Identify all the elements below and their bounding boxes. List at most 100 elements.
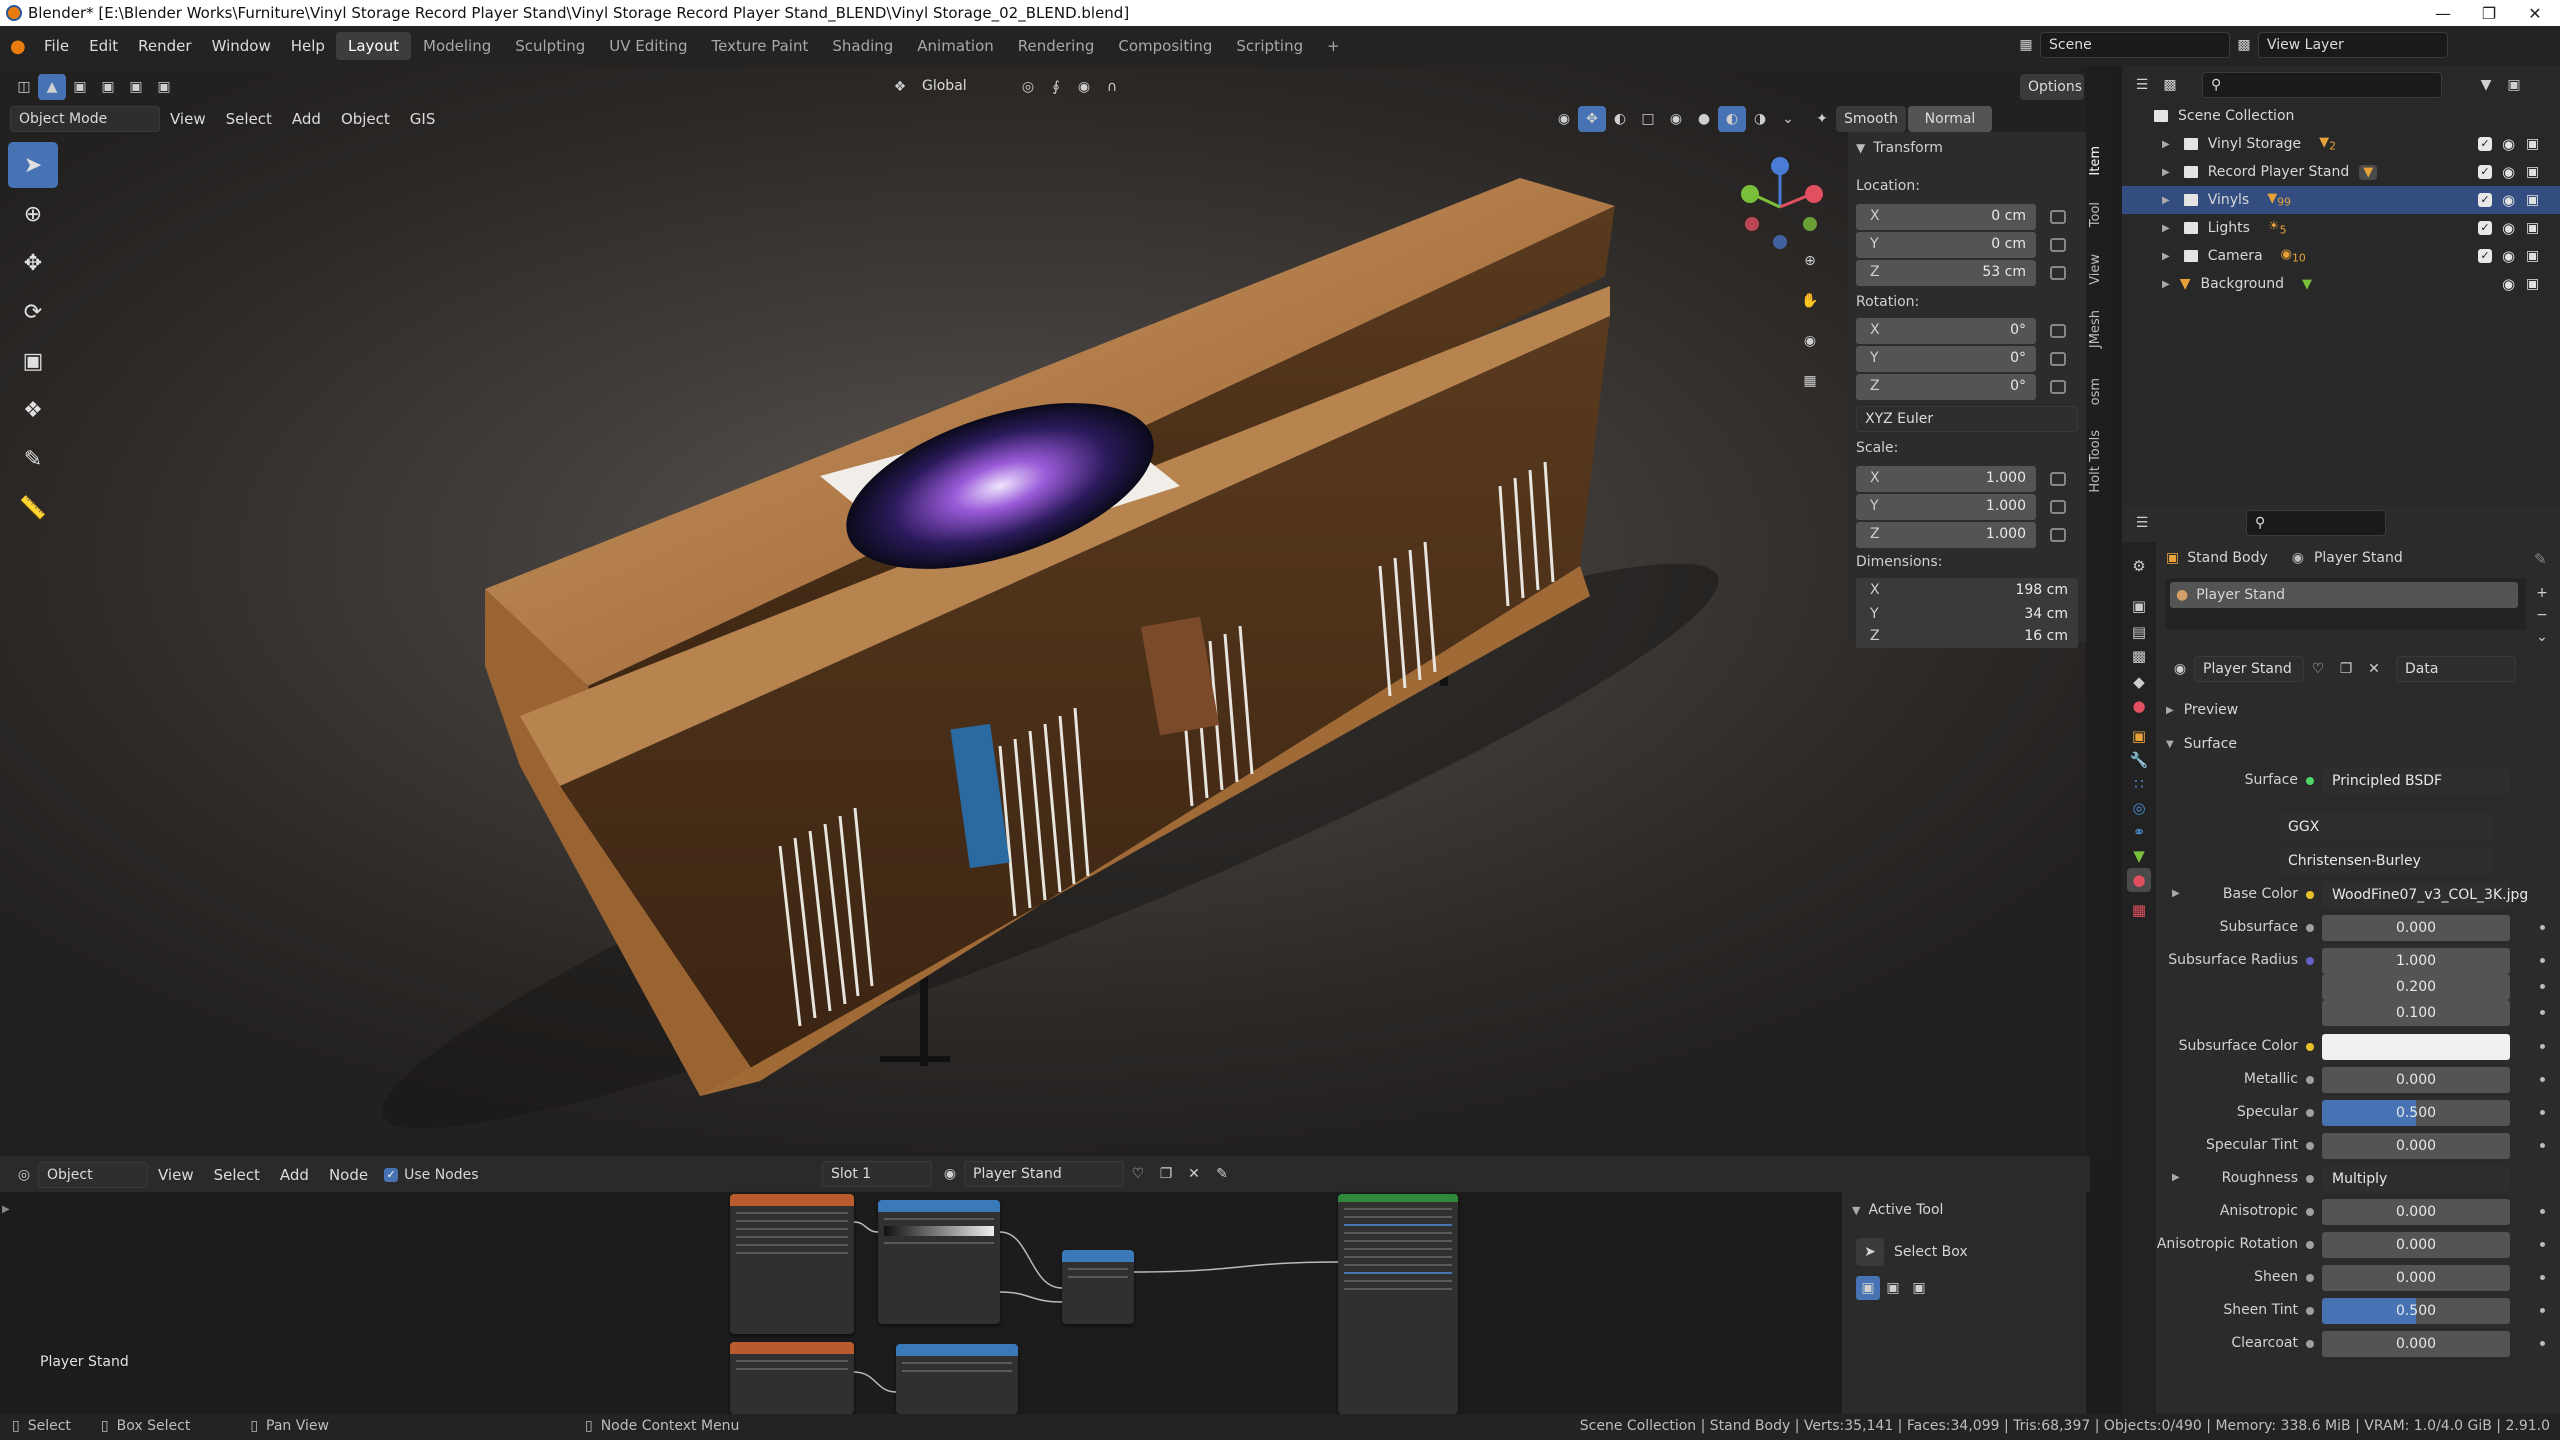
slot-dropdown[interactable]: Slot 1 bbox=[822, 1161, 932, 1187]
location-z-field[interactable]: Z 53 cm bbox=[1856, 260, 2036, 286]
visibility-eye-icon[interactable]: ◉ bbox=[2502, 191, 2515, 209]
subsurface-radius-y-field[interactable]: 0.200 bbox=[2322, 974, 2510, 1000]
exclude-checkbox[interactable]: ✓ bbox=[2478, 249, 2492, 263]
rotation-z-field[interactable]: Z 0° bbox=[1856, 374, 2036, 400]
rotation-mode-dropdown[interactable]: XYZ Euler bbox=[1856, 406, 2078, 432]
subsurface-radius-z-field[interactable]: 0.100 bbox=[2322, 1000, 2510, 1026]
subsurface-field[interactable]: 0.000 bbox=[2322, 915, 2510, 941]
close-icon[interactable]: ✕ bbox=[2512, 0, 2558, 26]
physics-icon[interactable]: ◎ bbox=[2127, 796, 2151, 820]
expand-arrow-icon[interactable]: ▶ bbox=[2162, 223, 2170, 234]
duplicate-material-icon[interactable]: ❐ bbox=[2332, 656, 2360, 682]
tab-shading[interactable]: Shading bbox=[820, 32, 905, 60]
lock-icon[interactable] bbox=[2050, 472, 2066, 486]
lock-icon[interactable] bbox=[2050, 380, 2066, 394]
exclude-checkbox[interactable]: ✓ bbox=[2478, 137, 2492, 151]
lock-icon[interactable] bbox=[2050, 352, 2066, 366]
lock-icon[interactable] bbox=[2050, 210, 2066, 224]
rotation-y-field[interactable]: Y 0° bbox=[1856, 346, 2036, 372]
node-menu-view[interactable]: View bbox=[148, 1161, 204, 1189]
outliner-item-vinyl-storage[interactable]: ▶ Vinyl Storage ▼2 ✓ ◉ ▣ bbox=[2122, 130, 2560, 158]
tab-sculpting[interactable]: Sculpting bbox=[503, 32, 597, 60]
distribution-dropdown[interactable]: GGX bbox=[2280, 814, 2492, 840]
tab-layout[interactable]: Layout bbox=[336, 32, 411, 60]
dimension-x-field[interactable]: X 198 cm bbox=[1856, 578, 2078, 604]
outliner-editor-type-icon[interactable]: ☰ bbox=[2128, 72, 2156, 98]
view-layer-icon[interactable]: ▩ bbox=[2230, 32, 2258, 58]
modifier-settings-icon[interactable]: 🔧 bbox=[2127, 748, 2151, 772]
tab-osm[interactable]: osm bbox=[2088, 378, 2110, 405]
zoom-icon[interactable]: ⊕ bbox=[1796, 248, 1824, 274]
tab-jmesh[interactable]: JMesh bbox=[2088, 310, 2110, 348]
scale-x-field[interactable]: X 1.000 bbox=[1856, 466, 2036, 492]
perspective-grid-icon[interactable]: ▦ bbox=[1796, 368, 1824, 394]
lock-icon[interactable] bbox=[2050, 500, 2066, 514]
roughness-field[interactable]: Multiply bbox=[2322, 1166, 2510, 1192]
pin-icon[interactable]: ✎ bbox=[1208, 1161, 1236, 1187]
toolbar-expand-icon[interactable]: ▶ bbox=[2, 1204, 10, 1215]
specular-slider[interactable]: 0.500 bbox=[2322, 1100, 2510, 1126]
menu-file[interactable]: File bbox=[34, 32, 79, 60]
navigation-gizmo[interactable] bbox=[1730, 152, 1830, 252]
tab-item[interactable]: Item bbox=[2088, 146, 2110, 176]
clearcoat-field[interactable]: 0.000 bbox=[2322, 1331, 2510, 1357]
expand-arrow-icon[interactable]: ▶ bbox=[2162, 139, 2170, 150]
outliner-item-record-player-stand[interactable]: ▶ Record Player Stand ▼ ✓ ◉ ▣ bbox=[2122, 158, 2560, 186]
subsurface-radius-x-field[interactable]: 1.000 bbox=[2322, 948, 2510, 974]
add-slot-icon[interactable]: + bbox=[2532, 582, 2552, 604]
material-browse-icon[interactable]: ◉ bbox=[2166, 656, 2194, 682]
mode-subtract-icon[interactable]: ▣ bbox=[1906, 1276, 1932, 1300]
render-settings-icon[interactable]: ▣ bbox=[2127, 594, 2151, 618]
subsurface-color-swatch[interactable] bbox=[2322, 1034, 2510, 1060]
select-box-tool-icon[interactable]: ➤ bbox=[1856, 1238, 1884, 1266]
visibility-eye-icon[interactable]: ◉ bbox=[2502, 135, 2515, 153]
tab-view[interactable]: View bbox=[2088, 254, 2110, 285]
anisotropic-field[interactable]: 0.000 bbox=[2322, 1199, 2510, 1225]
tool-settings-icon[interactable]: ⚙ bbox=[2127, 554, 2151, 578]
outliner-item-camera[interactable]: ▶ Camera ◉10 ✓ ◉ ▣ bbox=[2122, 242, 2560, 270]
outliner-search-input[interactable]: ⚲ bbox=[2202, 72, 2442, 98]
scene-icon[interactable]: ▦ bbox=[2012, 32, 2040, 58]
fake-user-icon[interactable]: ♡ bbox=[2304, 656, 2332, 682]
tab-tool[interactable]: Tool bbox=[2088, 202, 2110, 227]
material-slot-item[interactable]: ● Player Stand bbox=[2170, 582, 2518, 608]
menu-render[interactable]: Render bbox=[128, 32, 201, 60]
link-dropdown[interactable]: Data bbox=[2396, 656, 2516, 682]
unlink-material-icon[interactable]: ✕ bbox=[2360, 656, 2388, 682]
visibility-eye-icon[interactable]: ◉ bbox=[2502, 219, 2515, 237]
preview-panel-header[interactable]: ▶ Preview bbox=[2166, 702, 2238, 718]
restore-icon[interactable]: ❐ bbox=[2466, 0, 2512, 26]
lock-icon[interactable] bbox=[2050, 528, 2066, 542]
render-camera-icon[interactable]: ▣ bbox=[2526, 192, 2539, 208]
surface-panel-header[interactable]: ▼ Surface bbox=[2166, 736, 2237, 752]
exclude-checkbox[interactable]: ✓ bbox=[2478, 221, 2492, 235]
scene-settings-icon[interactable]: ◆ bbox=[2127, 670, 2151, 694]
base-color-field[interactable]: WoodFine07_v3_COL_3K.jpg bbox=[2322, 882, 2528, 908]
exclude-checkbox[interactable]: ✓ bbox=[2478, 193, 2492, 207]
tab-holt-tools[interactable]: Holt Tools bbox=[2088, 430, 2110, 493]
render-camera-icon[interactable]: ▣ bbox=[2526, 220, 2539, 236]
remove-slot-icon[interactable]: − bbox=[2532, 604, 2552, 626]
properties-search-input[interactable]: ⚲ bbox=[2246, 510, 2386, 536]
node-material-field[interactable]: Player Stand bbox=[964, 1161, 1124, 1187]
filter-icon[interactable]: ▼ bbox=[2472, 72, 2500, 98]
menu-help[interactable]: Help bbox=[281, 32, 335, 60]
view-layer-selector[interactable]: View Layer bbox=[2258, 32, 2448, 58]
view-layer-settings-icon[interactable]: ▩ bbox=[2127, 644, 2151, 668]
3d-viewport[interactable]: ◫ ▲ ▣ ▣ ▣ ▣ ❖ Global ◎ ∮ ◉ ∩ Options Obj… bbox=[0, 66, 2090, 1156]
material-settings-icon[interactable]: ● bbox=[2127, 868, 2151, 892]
menu-edit[interactable]: Edit bbox=[79, 32, 128, 60]
camera-view-icon[interactable]: ◉ bbox=[1796, 328, 1824, 354]
outliner-item-background[interactable]: ▶ ▼ Background ▼ ◉ ▣ bbox=[2122, 270, 2560, 298]
object-settings-icon[interactable]: ▣ bbox=[2127, 724, 2151, 748]
slot-menu-icon[interactable]: ⌄ bbox=[2532, 626, 2552, 648]
node-editor-type-icon[interactable]: ◎ bbox=[10, 1162, 38, 1188]
mode-set-icon[interactable]: ▣ bbox=[1856, 1276, 1880, 1300]
visibility-eye-icon[interactable]: ◉ bbox=[2502, 275, 2515, 293]
node-menu-add[interactable]: Add bbox=[270, 1161, 319, 1189]
shader-type-dropdown[interactable]: Object bbox=[38, 1162, 148, 1188]
use-nodes-checkbox[interactable]: ✓ bbox=[384, 1168, 399, 1182]
scene-selector[interactable]: Scene bbox=[2040, 32, 2230, 58]
exclude-checkbox[interactable]: ✓ bbox=[2478, 165, 2492, 179]
blender-menu-icon[interactable]: ● bbox=[10, 36, 34, 57]
